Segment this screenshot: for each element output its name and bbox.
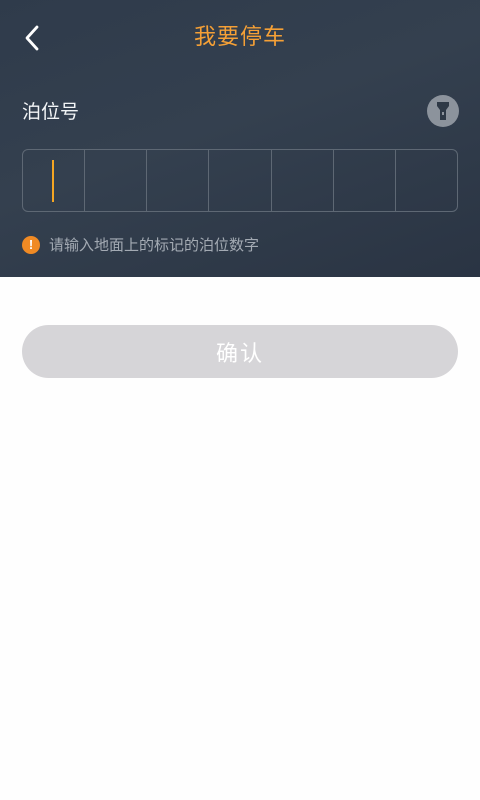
digit-cell-1[interactable] — [23, 150, 86, 211]
hint-text: 请输入地面上的标记的泊位数字 — [49, 236, 260, 254]
flashlight-button[interactable] — [427, 95, 459, 127]
header-panel: 我要停车 泊位号 ! 请输入地面上的标记的泊位数字 — [0, 0, 480, 277]
screen: 我要停车 泊位号 ! 请输入地面上的标记的泊位数字 确认 — [0, 0, 480, 800]
berth-number-input[interactable] — [22, 149, 458, 212]
text-cursor — [52, 160, 54, 202]
confirm-button[interactable]: 确认 — [22, 325, 458, 378]
hint-row: ! 请输入地面上的标记的泊位数字 — [22, 233, 259, 257]
digit-cell-2[interactable] — [85, 150, 148, 211]
digit-cell-6[interactable] — [334, 150, 396, 211]
digit-cell-4[interactable] — [209, 150, 272, 211]
berth-number-label: 泊位号 — [22, 101, 80, 123]
digit-cell-5[interactable] — [272, 150, 334, 211]
flashlight-icon — [437, 102, 449, 120]
digit-cell-3[interactable] — [147, 150, 210, 211]
digit-cell-7[interactable] — [396, 150, 457, 211]
page-title: 我要停车 — [193, 25, 286, 50]
warning-icon: ! — [22, 236, 40, 254]
